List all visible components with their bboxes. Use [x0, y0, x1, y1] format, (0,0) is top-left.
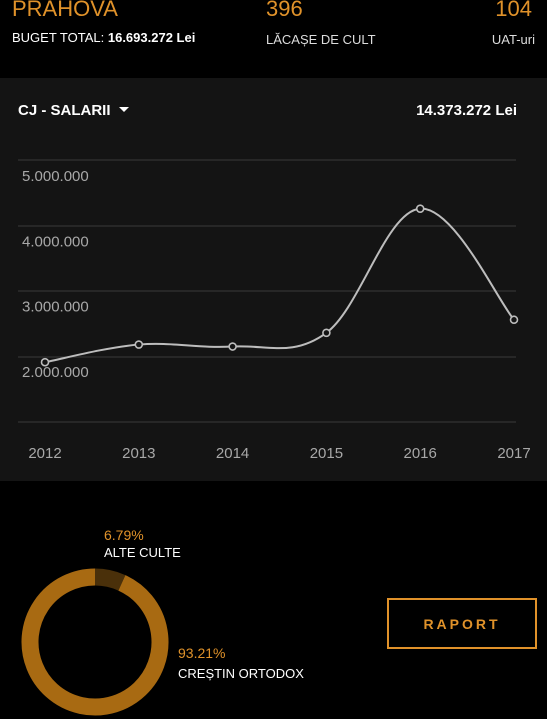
y-tick-label: 4.000.000	[22, 233, 89, 250]
x-tick-label: 2015	[310, 445, 343, 462]
uat-count: 104	[495, 0, 532, 21]
y-tick-label: 2.000.000	[22, 364, 89, 381]
summary-header: PRAHOVA BUGET TOTAL: 16.693.272 Lei 396 …	[0, 0, 547, 78]
crestin-ortodox-slice	[21, 568, 169, 716]
report-button[interactable]: RAPORT	[387, 598, 537, 649]
data-point	[134, 340, 144, 349]
religion-donut-chart	[21, 568, 169, 716]
series-line	[44, 207, 515, 364]
county-name: PRAHOVA	[12, 0, 118, 21]
alte-culte-label: ALTE CULTE	[104, 545, 181, 560]
chart-panel: CJ - SALARII 14.373.272 Lei 5.000.000 4.0…	[0, 78, 547, 481]
crestin-ortodox-label: CREȘTIN ORTODOX	[178, 666, 304, 681]
line-chart: 5.000.000 4.000.000 3.000.000 2.000.000 2012…	[18, 159, 531, 462]
data-point	[322, 328, 331, 338]
data-point	[228, 342, 237, 351]
data-point	[40, 357, 50, 367]
budget-value: 16.693.272 Lei	[107, 30, 196, 45]
x-tick-label: 2013	[122, 445, 155, 462]
x-tick-label: 2014	[216, 445, 249, 462]
worship-count: 396	[266, 0, 303, 21]
crestin-ortodox-percent: 93.21%	[178, 645, 226, 661]
uat-label: UAT-uri	[491, 32, 535, 47]
data-point	[509, 315, 519, 325]
alte-culte-slice	[94, 568, 126, 591]
worship-label: LĂCAȘE DE CULT	[266, 32, 376, 47]
x-tick-label: 2016	[404, 445, 437, 462]
data-point	[415, 204, 425, 213]
alte-culte-percent: 6.79%	[104, 527, 144, 543]
x-tick-label: 2012	[28, 445, 61, 462]
total-budget: BUGET TOTAL: 16.693.272 Lei	[12, 30, 195, 45]
budget-label: BUGET TOTAL:	[12, 30, 105, 45]
y-tick-label: 5.000.000	[22, 168, 89, 185]
y-tick-label: 3.000.000	[22, 299, 89, 316]
x-tick-label: 2017	[497, 445, 530, 462]
